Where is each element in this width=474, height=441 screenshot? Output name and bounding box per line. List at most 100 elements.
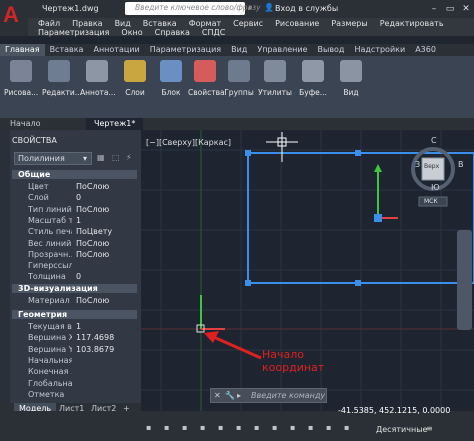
property-value[interactable]: ПоСлою bbox=[76, 296, 109, 305]
property-row[interactable]: Отметка bbox=[28, 389, 137, 400]
annotation-scale-icon[interactable]: ▪ bbox=[326, 423, 331, 432]
section-3d-visualization[interactable]: 3D-визуализация bbox=[12, 284, 137, 293]
close-icon[interactable]: ✕ bbox=[458, 0, 474, 18]
ribbon-button[interactable]: Свойства bbox=[188, 60, 225, 97]
property-value[interactable]: 1 bbox=[76, 216, 81, 225]
menu-item[interactable]: Редактировать bbox=[380, 19, 444, 28]
property-value[interactable]: 103.8679 bbox=[76, 345, 114, 354]
ribbon-button[interactable]: Аннота... bbox=[80, 60, 116, 97]
search-icon[interactable]: ⌕ bbox=[248, 3, 252, 13]
customize-icon[interactable]: ≡ bbox=[426, 424, 433, 433]
property-value[interactable]: ПоСлою bbox=[76, 205, 109, 214]
ribbon-tab[interactable]: Управление bbox=[252, 44, 312, 56]
osnap-icon[interactable]: ▪ bbox=[218, 423, 223, 432]
menu-item[interactable]: Рисование bbox=[275, 19, 319, 28]
menu-item[interactable]: Правка bbox=[72, 19, 102, 28]
selection-cycling-icon[interactable]: ▪ bbox=[308, 423, 313, 432]
section-general[interactable]: Общие bbox=[12, 170, 137, 179]
menu-item[interactable]: Размеры bbox=[331, 19, 367, 28]
menu-item[interactable]: Справка bbox=[155, 28, 190, 37]
ribbon-button[interactable]: Слои bbox=[118, 60, 152, 97]
menu-item[interactable]: Вставка bbox=[143, 19, 177, 28]
signin-button[interactable]: Вход в службы bbox=[275, 4, 338, 13]
wrench-icon[interactable]: 🔧 bbox=[225, 391, 235, 400]
ribbon-button[interactable]: Вид bbox=[334, 60, 368, 97]
ribbon-button[interactable]: Буфе... bbox=[296, 60, 330, 97]
navigation-bar[interactable] bbox=[457, 230, 472, 330]
ribbon-tab[interactable]: Надстройки bbox=[349, 44, 410, 56]
tab-drawing1[interactable]: Чертеж1* bbox=[86, 118, 144, 130]
selection-dropdown[interactable]: Полилиния ▾ bbox=[14, 152, 92, 165]
search-input[interactable]: Введите ключевое слово/фразу bbox=[125, 2, 261, 15]
ribbon-tab[interactable]: Главная bbox=[0, 44, 45, 56]
property-value[interactable]: 0 bbox=[76, 272, 81, 281]
property-row[interactable]: Вершина Y 103.8679 bbox=[28, 344, 137, 355]
section-geometry[interactable]: Геометрия bbox=[12, 310, 137, 319]
property-row[interactable]: Слой 0 bbox=[28, 192, 137, 203]
property-row[interactable]: Материал ПоСлою bbox=[28, 295, 137, 306]
minimize-icon[interactable]: – bbox=[426, 0, 442, 18]
property-value[interactable]: ПоСлою bbox=[76, 182, 109, 191]
menu-item[interactable]: Формат bbox=[189, 19, 221, 28]
property-value[interactable]: 1 bbox=[76, 322, 81, 331]
ribbon-button[interactable]: Редакти... bbox=[42, 60, 82, 97]
snap-icon[interactable]: ▪ bbox=[164, 423, 169, 432]
ribbon-tab[interactable]: Параметризация bbox=[145, 44, 226, 56]
maximize-icon[interactable]: ▭ bbox=[442, 0, 458, 18]
property-row[interactable]: Масштаб т... 1 bbox=[28, 215, 137, 226]
property-row[interactable]: Глобальна... bbox=[28, 378, 137, 389]
property-value[interactable]: ПоСлою bbox=[76, 250, 109, 259]
property-value[interactable]: 117.4698 bbox=[76, 333, 114, 342]
coordinates-readout[interactable]: -41.5385, 452.1215, 0.0000 bbox=[338, 406, 450, 415]
property-value[interactable]: ПоЦвету bbox=[76, 227, 112, 236]
ribbon-button[interactable]: Утилиты bbox=[258, 60, 292, 97]
ucs-icon[interactable]: ▪ bbox=[254, 423, 259, 432]
property-row[interactable]: Конечная ... bbox=[28, 366, 137, 377]
property-row[interactable]: Текущая в... 1 bbox=[28, 321, 137, 332]
transparency-icon[interactable]: ▪ bbox=[290, 423, 295, 432]
ribbon-tab[interactable]: Вид bbox=[226, 44, 252, 56]
ribbon-button[interactable]: Группы bbox=[222, 60, 256, 97]
quick-select-icon[interactable]: ⚡ bbox=[126, 153, 132, 162]
palette-handle[interactable] bbox=[0, 130, 10, 411]
ortho-icon[interactable]: ▪ bbox=[182, 423, 187, 432]
menu-item[interactable]: Окно bbox=[121, 28, 142, 37]
menu-item[interactable]: Вид bbox=[115, 19, 131, 28]
property-row[interactable]: Гиперссыл... bbox=[28, 260, 137, 271]
menu-item[interactable]: Параметризация bbox=[38, 28, 109, 37]
workspace-icon[interactable]: ▪ bbox=[344, 423, 349, 432]
polyline-grips[interactable] bbox=[245, 150, 361, 286]
close-cmd-icon[interactable]: ✕ bbox=[214, 391, 221, 400]
toggle-pickadd-icon[interactable]: ▦ bbox=[97, 153, 105, 162]
polar-icon[interactable]: ▪ bbox=[200, 423, 205, 432]
otrack-icon[interactable]: ▪ bbox=[236, 423, 241, 432]
menu-item[interactable]: СПДС bbox=[202, 28, 225, 37]
units-dropdown[interactable]: Десятичные bbox=[376, 425, 427, 434]
ribbon-tab[interactable]: Вставка bbox=[45, 44, 89, 56]
ribbon-button[interactable]: Рисова... bbox=[4, 60, 38, 97]
ribbon-button[interactable]: Блок bbox=[154, 60, 188, 97]
menu-item[interactable]: Файл bbox=[38, 19, 60, 28]
property-row[interactable]: Толщина 0 bbox=[28, 271, 137, 282]
property-row[interactable]: Цвет ПоСлою bbox=[28, 181, 137, 192]
property-row[interactable]: Вершина X 117.4698 bbox=[28, 332, 137, 343]
property-row[interactable]: Прозрачн... ПоСлою bbox=[28, 249, 137, 260]
menu-item[interactable]: Сервис bbox=[233, 19, 263, 28]
ribbon-tab[interactable]: A360 bbox=[410, 44, 441, 56]
tab-start[interactable]: Начало bbox=[2, 118, 49, 130]
viewport-controls[interactable]: [−][Сверху][Каркас] bbox=[146, 138, 231, 147]
property-row[interactable]: Вес линий ПоСлою bbox=[28, 238, 137, 249]
lineweight-icon[interactable]: ▪ bbox=[272, 423, 277, 432]
history-icon[interactable]: ▸ bbox=[237, 391, 241, 400]
property-row[interactable]: Начальная... bbox=[28, 355, 137, 366]
property-row[interactable]: Стиль печа... ПоЦвету bbox=[28, 226, 137, 237]
ribbon-tab[interactable]: Аннотации bbox=[88, 44, 144, 56]
app-logo[interactable]: A bbox=[0, 0, 28, 36]
user-icon[interactable]: 👤 bbox=[264, 3, 274, 12]
select-objects-icon[interactable]: ⬚ bbox=[112, 153, 120, 162]
command-line[interactable]: ✕ 🔧 ▸ Введите команду bbox=[210, 388, 327, 403]
property-value[interactable]: 0 bbox=[76, 193, 81, 202]
property-value[interactable]: ПоСлою bbox=[76, 239, 109, 248]
property-row[interactable]: Тип линий ПоСлою bbox=[28, 204, 137, 215]
grid-icon[interactable]: ▪ bbox=[146, 423, 151, 432]
